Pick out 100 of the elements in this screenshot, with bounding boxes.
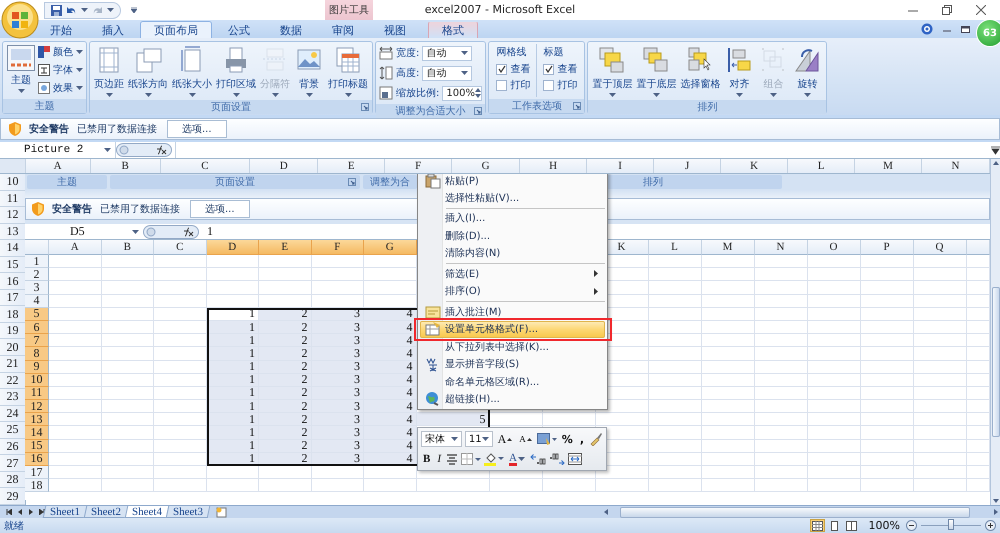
row-header[interactable]: 9 [25,360,49,374]
expand-icon[interactable] [991,146,1000,154]
row-header[interactable]: 1 [25,255,49,268]
zoom-slider-thumb[interactable] [948,519,954,530]
next-sheet-icon[interactable] [28,509,34,515]
scroll-thumb[interactable] [620,506,970,518]
column-header[interactable]: Q [914,240,966,255]
close-icon[interactable] [976,5,986,15]
help-icon[interactable] [921,23,933,35]
ribbon-tab[interactable]: 格式 [428,21,478,38]
column-header[interactable]: B [102,240,154,255]
checkbox[interactable]: 查看 [496,62,530,76]
column-header[interactable]: K [721,159,788,173]
ribbon-button[interactable]: 纸张方向 [127,44,169,98]
font-size-field[interactable]: 11 [464,431,493,447]
options-button[interactable]: 选项... [167,120,227,138]
scroll-thumb[interactable] [992,287,1000,437]
column-header[interactable]: F [385,159,452,173]
row-header[interactable]: 5 [25,308,49,321]
row-header[interactable]: 7 [25,334,49,348]
dropdown-field[interactable]: 自动 [422,46,472,60]
font-color-button[interactable]: A [507,451,527,467]
checkbox[interactable]: 打印 [496,78,530,92]
column-header[interactable]: O [808,240,860,255]
ribbon-button[interactable]: 对齐 [723,44,756,98]
menu-item[interactable]: 选择性粘贴(V)... [420,189,605,206]
ribbon-tab[interactable]: 数据 [266,21,316,38]
column-header[interactable]: G [364,240,416,255]
ribbon-button[interactable]: 置于顶层 [591,44,634,98]
column-header[interactable]: I [587,159,654,173]
row-header[interactable]: 13 [25,413,49,426]
ribbon-tab[interactable]: 插入 [88,21,138,38]
row-header[interactable]: 8 [25,347,49,360]
row-header[interactable]: 17 [25,466,49,480]
column-header[interactable]: E [318,159,386,173]
column-header[interactable]: B [90,159,161,173]
italic-button[interactable]: I [435,451,444,467]
column-header[interactable]: L [788,159,856,173]
bold-button[interactable]: B [421,451,432,467]
row-header[interactable]: 2 [25,268,49,282]
ribbon-button[interactable]: 打印区域 [215,44,257,98]
row-header[interactable]: 14 [25,426,49,440]
ribbon-button[interactable]: 纸张大小 [171,44,213,98]
ribbon-button[interactable]: 页边距 [93,44,125,98]
menu-item[interactable]: 插入(I)... [420,210,605,227]
view-button[interactable] [810,519,825,532]
themes-button[interactable]: 主题 [6,44,36,94]
menu-item[interactable]: 显示拼音字段(S) [420,356,605,373]
ribbon-button[interactable]: 背景 [293,44,325,98]
grow-font-button[interactable]: A [496,431,514,447]
ribbon-button[interactable]: 打印标题 [327,44,369,98]
column-header[interactable]: G [452,159,520,173]
format-button[interactable]: , [578,431,586,447]
spinner-field[interactable]: 100% [442,86,482,100]
sheet-tab[interactable]: Sheet2 [84,506,128,518]
undo-icon[interactable] [66,5,77,15]
dropdown-field[interactable]: 自动 [422,66,472,80]
zoom-in-icon[interactable] [985,520,996,531]
column-header[interactable]: F [312,240,364,255]
row-header[interactable]: 15 [25,440,49,453]
column-header[interactable]: M [855,159,922,173]
menu-item[interactable]: 命名单元格区域(R)... [420,373,605,390]
column-header[interactable]: C [160,159,250,173]
column-header[interactable]: J [654,159,722,173]
row-header[interactable]: 3 [25,281,49,295]
customize-icon[interactable] [131,7,137,13]
row-header[interactable]: 11 [25,386,49,400]
menu-item[interactable]: 插入批注(M) [420,303,605,320]
view-button[interactable] [844,519,859,532]
sheet-tab[interactable]: Sheet3 [166,506,210,518]
ribbon-button[interactable]: 选择窗格 [679,44,722,92]
checkbox[interactable]: 查看 [543,62,578,76]
colors-button[interactable]: 颜色 [38,44,83,60]
format-button[interactable]: % [560,431,575,447]
menu-item[interactable]: 从下拉列表中选择(K)... [420,338,605,356]
column-header[interactable]: N [754,240,808,255]
last-sheet-icon[interactable] [39,509,45,515]
column-header[interactable]: M [702,240,754,255]
horizontal-scrollbar[interactable] [602,506,1000,518]
effects-button[interactable]: 效果 [38,80,83,96]
increase-decimal-icon[interactable] [530,453,546,465]
brush-icon[interactable] [589,432,603,446]
ribbon-tab[interactable]: 开始 [36,21,86,38]
ribbon-tab[interactable]: 页面布局 [140,21,212,38]
ribbon-button[interactable]: 旋转 [791,44,824,98]
align-center-icon[interactable] [446,453,458,465]
font-field[interactable]: 宋体 [421,431,462,447]
menu-item[interactable]: 设置单元格格式(F)... [420,320,605,338]
column-header[interactable]: C [154,240,206,255]
row-header[interactable]: 18 [25,479,49,492]
first-sheet-icon[interactable] [6,509,12,515]
decrease-decimal-icon[interactable] [548,453,565,465]
menu-item[interactable]: 粘贴(P) [420,174,605,189]
ribbon-button[interactable]: 置于底层 [635,44,678,98]
ribbon-tab[interactable]: 公式 [214,21,264,38]
save-icon[interactable] [51,4,62,16]
options-button[interactable]: 选项... [190,200,250,218]
ribbon-tab[interactable]: 审阅 [318,21,368,38]
styles-icon[interactable] [536,432,557,446]
row-header[interactable]: 10 [25,374,49,387]
